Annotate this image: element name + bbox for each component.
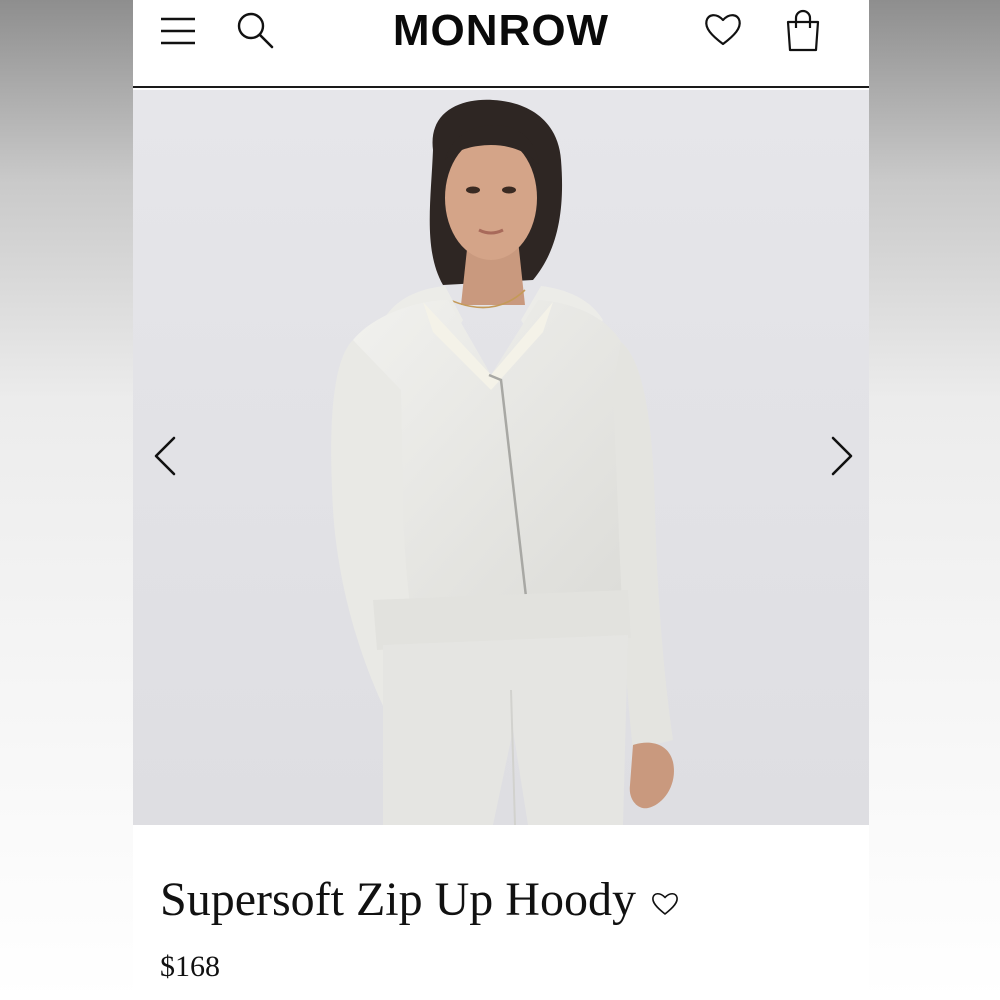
chevron-right-icon[interactable] xyxy=(821,426,861,486)
product-page: MONROW Supersoft Zip Up Hoody $168 xyxy=(133,0,869,1000)
chevron-left-icon[interactable] xyxy=(146,426,186,486)
shopping-bag-icon[interactable] xyxy=(783,8,823,52)
product-info: Supersoft Zip Up Hoody $168 xyxy=(133,825,869,1000)
site-header: MONROW xyxy=(133,0,869,88)
product-price: $168 xyxy=(160,950,220,983)
product-title: Supersoft Zip Up Hoody xyxy=(160,873,636,926)
heart-icon[interactable] xyxy=(703,10,743,50)
brand-logo[interactable]: MONROW xyxy=(133,4,869,58)
product-image-gallery[interactable] xyxy=(133,90,869,825)
product-photo xyxy=(133,90,869,825)
heart-outline-icon[interactable] xyxy=(650,889,680,919)
product-title-row: Supersoft Zip Up Hoody xyxy=(160,870,680,930)
